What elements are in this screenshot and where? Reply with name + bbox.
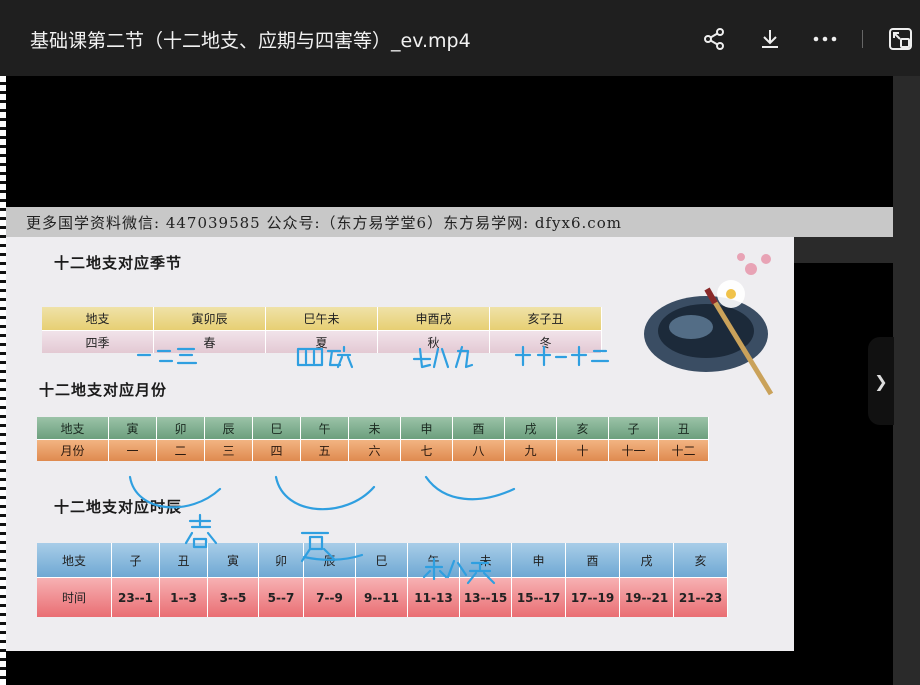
share-icon[interactable] <box>701 26 727 52</box>
title-bar: 基础课第二节（十二地支、应期与四害等）_ev.mp4 <box>0 0 920 76</box>
panel-expand-chevron-icon[interactable]: ❯ <box>868 337 894 425</box>
more-icon[interactable] <box>812 26 838 52</box>
banner-text: 更多国学资料微信: 447039585 公众号:（东方易学堂6）东方易学网: d… <box>26 214 622 232</box>
slide-content: 十二地支对应季节 十二地支对应月份 十二地支对应时辰 地支 寅卯辰 巳午未 申酉… <box>6 237 794 651</box>
pip-icon[interactable] <box>888 26 914 52</box>
right-side-panel <box>893 76 920 685</box>
video-player[interactable]: 更多国学资料微信: 447039585 公众号:（东方易学堂6）东方易学网: d… <box>6 76 893 685</box>
handwriting-annotations <box>128 345 610 585</box>
toolbar-separator <box>862 30 863 48</box>
window-title: 基础课第二节（十二地支、应期与四害等）_ev.mp4 <box>30 30 471 52</box>
slide-banner: 更多国学资料微信: 447039585 公众号:（东方易学堂6）东方易学网: d… <box>6 207 893 237</box>
slide-corner <box>794 237 893 263</box>
download-icon[interactable] <box>757 26 783 52</box>
